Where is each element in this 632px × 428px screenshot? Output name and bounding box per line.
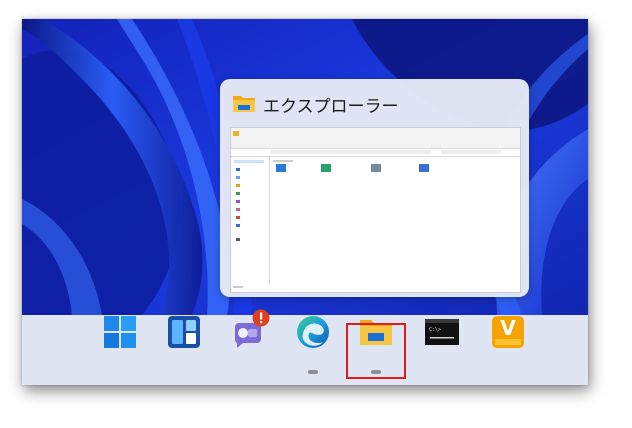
highlight-box (346, 323, 406, 379)
start-button[interactable] (101, 313, 139, 351)
taskbar-window-preview[interactable]: エクスプローラー (220, 79, 529, 297)
notification-badge-icon (252, 309, 270, 327)
edge-button[interactable] (294, 313, 332, 351)
teams-chat-button[interactable] (231, 309, 270, 351)
widgets-icon (168, 316, 200, 348)
terminal-prompt-text: C:\> (429, 327, 442, 333)
v-app-letter: V (500, 316, 516, 340)
v-app-button[interactable]: V (489, 313, 527, 351)
windows-start-icon (104, 316, 136, 348)
edge-running-indicator (308, 370, 318, 374)
terminal-button[interactable]: C:\> (423, 313, 461, 351)
explorer-thumbnail-content (233, 131, 429, 288)
preview-title: エクスプローラー (263, 97, 399, 117)
explorer-thumbnail (230, 127, 521, 293)
widgets-button[interactable] (165, 313, 203, 351)
edge-icon (297, 316, 329, 348)
file-explorer-icon (233, 96, 255, 112)
